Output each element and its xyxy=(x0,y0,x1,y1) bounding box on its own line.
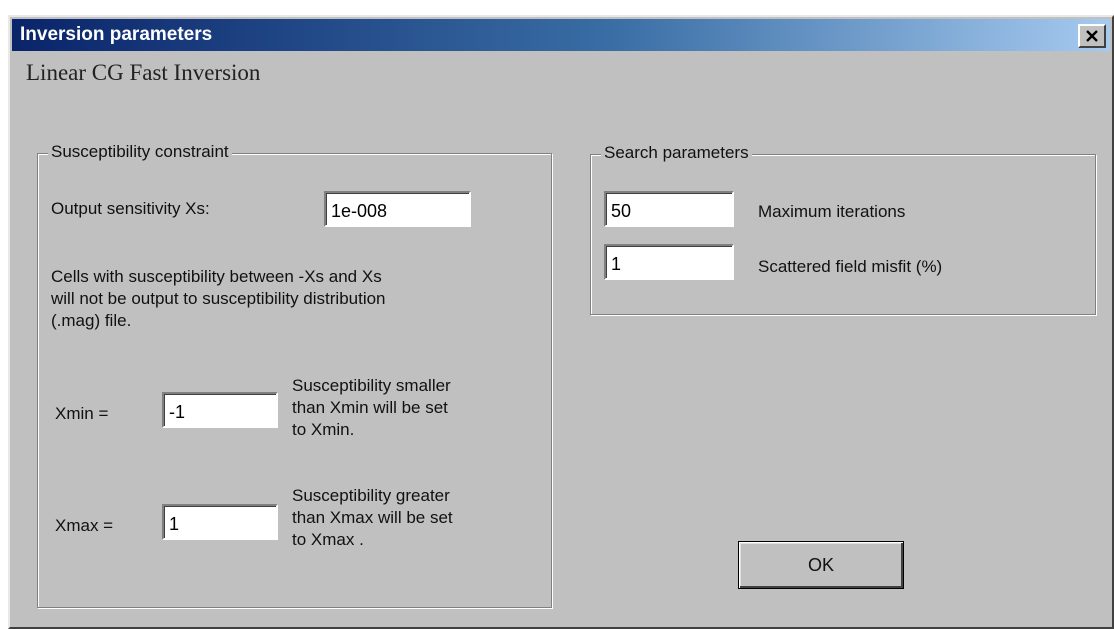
search-parameters-group: Search parameters xyxy=(590,143,1096,315)
max-iterations-label: Maximum iterations xyxy=(758,202,906,221)
xmax-desc-line: Susceptibility greater xyxy=(292,486,450,505)
title-bar[interactable]: Inversion parameters xyxy=(12,19,1110,51)
ok-button[interactable]: OK xyxy=(738,541,904,589)
xmax-label: Xmax = xyxy=(55,516,114,535)
xmin-description: Susceptibility smaller than Xmin will be… xyxy=(292,375,451,441)
output-sensitivity-label: Output sensitivity Xs: xyxy=(51,199,210,218)
max-iterations-input[interactable] xyxy=(604,191,734,227)
search-group-title: Search parameters xyxy=(601,143,752,163)
xmin-desc-line: to Xmin. xyxy=(292,420,355,439)
close-icon xyxy=(1086,30,1098,42)
xmin-desc-line: than Xmin will be set xyxy=(292,398,448,417)
info-line: Cells with susceptibility between -Xs an… xyxy=(51,267,382,286)
xmax-desc-line: than Xmax will be set xyxy=(292,508,453,527)
misfit-label: Scattered field misfit (%) xyxy=(758,257,943,276)
window-title: Inversion parameters xyxy=(20,24,213,45)
xmax-input[interactable] xyxy=(162,504,278,540)
info-line: (.mag) file. xyxy=(51,311,132,330)
output-info-text: Cells with susceptibility between -Xs an… xyxy=(51,266,386,332)
ok-button-label: OK xyxy=(807,554,834,575)
xmin-input[interactable] xyxy=(162,392,278,428)
xmax-desc-line: to Xmax . xyxy=(292,530,364,549)
susceptibility-group-title: Susceptibility constraint xyxy=(48,142,232,162)
info-line: will not be output to susceptibility dis… xyxy=(51,289,386,308)
misfit-input[interactable] xyxy=(604,244,734,280)
close-button[interactable] xyxy=(1078,24,1106,48)
dialog-heading: Linear CG Fast Inversion xyxy=(26,60,261,85)
xmin-desc-line: Susceptibility smaller xyxy=(292,376,451,395)
output-sensitivity-input[interactable] xyxy=(324,191,471,227)
xmin-label: Xmin = xyxy=(55,404,109,423)
xmax-description: Susceptibility greater than Xmax will be… xyxy=(292,485,453,551)
